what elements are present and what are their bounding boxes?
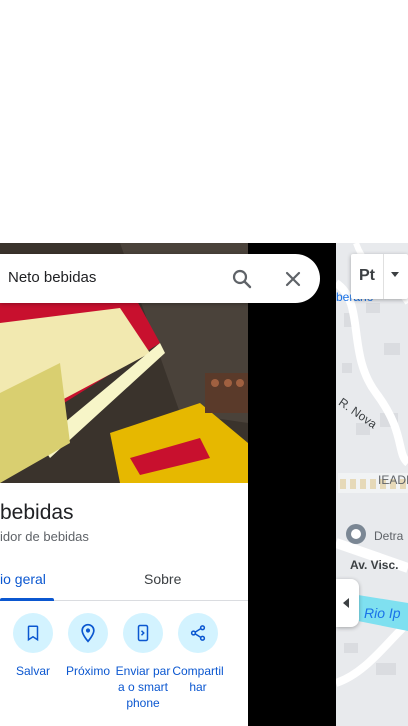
tab-active-indicator [0,598,54,601]
layer-control-label: Pt [359,267,375,284]
send-to-phone-button-circle[interactable] [123,613,163,653]
map-canvas[interactable]: berano R. Nova IEADI Detra Av. Visc. Rio… [336,243,408,726]
layer-control[interactable]: Pt [351,254,408,299]
send-to-phone-button[interactable]: Enviar para o smartphone [115,613,171,711]
search-box[interactable]: Neto bebidas [0,254,320,303]
place-panel: bebidas idor de bebidas io geral Sobre S… [0,243,248,726]
map-label-poi: Detra [374,529,404,543]
save-button-circle[interactable] [13,613,53,653]
bookmark-icon [27,625,39,642]
place-category[interactable]: idor de bebidas [0,529,89,544]
send-to-phone-icon [137,624,149,642]
nearby-icon [81,623,95,643]
send-to-phone-label: Enviar para o smartphone [115,664,171,710]
layer-control-divider [383,254,384,299]
chevron-left-icon [343,598,349,608]
place-title: bebidas [0,501,74,524]
search-input[interactable]: Neto bebidas [8,269,96,286]
nearby-button-circle[interactable] [68,613,108,653]
share-button-circle[interactable] [178,613,218,653]
tab-about[interactable]: Sobre [144,571,181,587]
map-overlay-band [248,243,336,726]
chevron-down-icon[interactable] [391,272,399,277]
map-label-avenue: Av. Visc. [350,558,399,572]
collapse-panel-button[interactable] [336,579,359,627]
map-label-iead: IEADI [378,473,408,487]
close-icon[interactable] [281,267,305,291]
save-label: Salvar [15,664,50,678]
save-button[interactable]: Salvar [5,613,61,679]
nearby-label: Próximo [65,664,110,678]
share-label: Compartilhar [172,664,224,694]
search-icon[interactable] [230,267,254,291]
share-button[interactable]: Compartilhar [170,613,226,695]
place-tabs: io geral Sobre [0,559,248,601]
tab-overview[interactable]: io geral [0,571,46,587]
share-icon [190,625,206,641]
nearby-button[interactable]: Próximo [60,613,116,679]
map-label-river: Rio Ip [364,605,401,621]
maps-page: berano R. Nova IEADI Detra Av. Visc. Rio… [0,0,408,726]
